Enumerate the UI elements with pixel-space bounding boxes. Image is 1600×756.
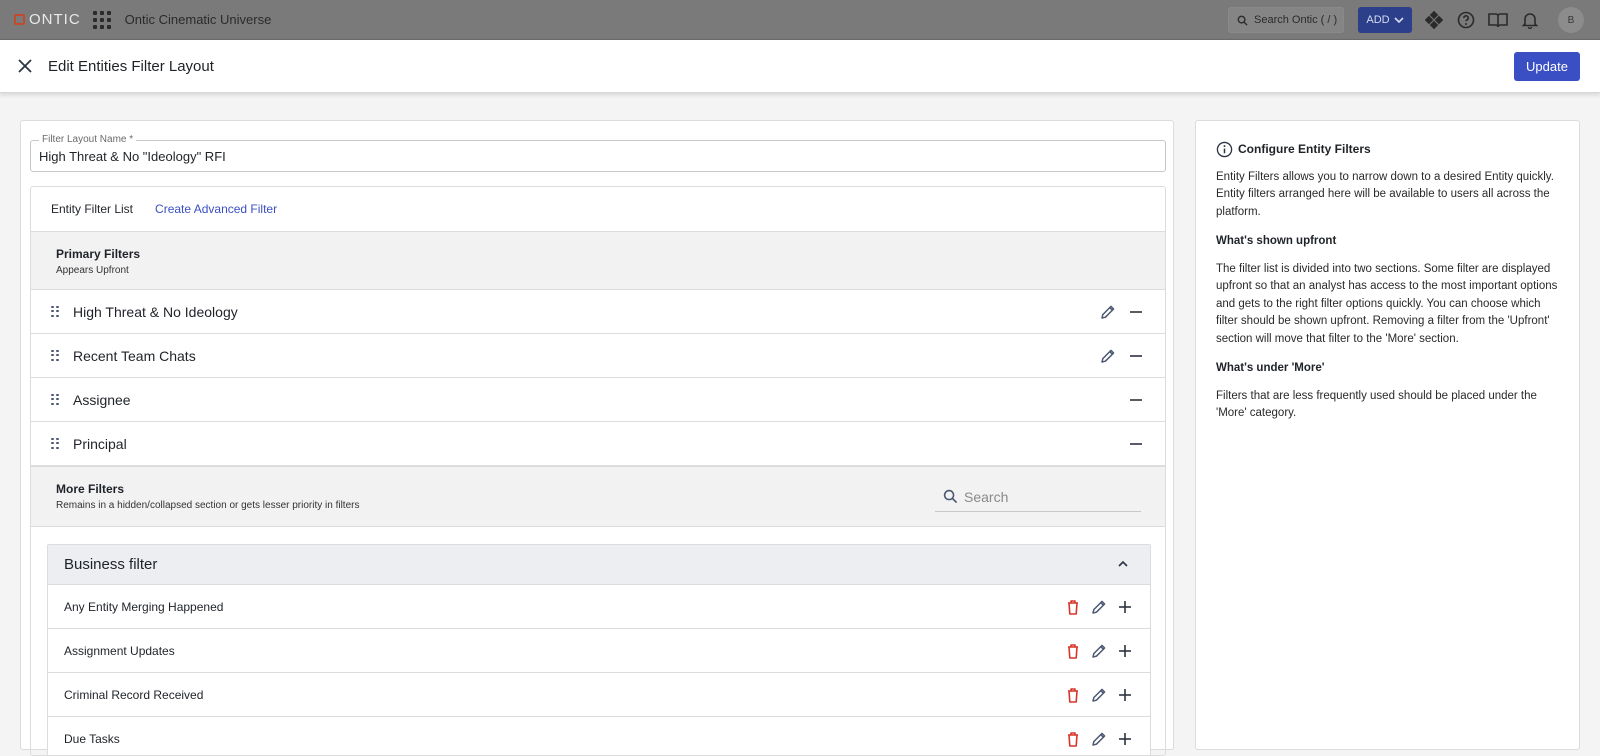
help-intro-text: Entity Filters allows you to narrow down… (1216, 170, 1554, 218)
help-panel-header: Configure Entity Filters (1216, 141, 1559, 159)
page-header: Edit Entities Filter Layout Update (0, 40, 1600, 93)
help-upfront-text: The filter list is divided into two sect… (1216, 262, 1558, 345)
filter-layout-name-field[interactable]: Filter Layout Name * High Threat & No "I… (30, 134, 1166, 172)
primary-filter-label: Assignee (73, 391, 131, 408)
filter-layout-name-label: Filter Layout Name * (39, 134, 137, 145)
search-icon (1237, 15, 1248, 26)
filter-layout-name-value[interactable]: High Threat & No "Ideology" RFI (39, 149, 226, 164)
minus-remove-icon[interactable] (1127, 303, 1145, 321)
drag-handle-icon[interactable] (51, 437, 61, 450)
pencil-edit-icon[interactable] (1099, 347, 1117, 365)
update-button[interactable]: Update (1514, 52, 1580, 81)
primary-filter-row[interactable]: Assignee (31, 378, 1165, 422)
ontic-logo[interactable]: ONTIC (14, 11, 81, 28)
create-advanced-filter-link[interactable]: Create Advanced Filter (155, 202, 277, 216)
help-more-text: Filters that are less frequently used sh… (1216, 389, 1537, 420)
primary-filter-row[interactable]: Recent Team Chats (31, 334, 1165, 378)
drag-handle-icon[interactable] (51, 393, 61, 406)
global-search-placeholder: Search Ontic ( / ) (1254, 14, 1338, 26)
business-filter-label: Criminal Record Received (64, 687, 204, 702)
plus-add-icon[interactable] (1116, 730, 1134, 748)
global-search-input[interactable]: Search Ontic ( / ) (1228, 7, 1344, 33)
plus-add-icon[interactable] (1116, 642, 1134, 660)
help-panel: Configure Entity Filters Entity Filters … (1195, 120, 1580, 750)
pencil-edit-icon[interactable] (1090, 642, 1108, 660)
close-icon[interactable] (16, 57, 34, 75)
tab-entity-filter-list[interactable]: Entity Filter List (51, 202, 133, 216)
page-title: Edit Entities Filter Layout (48, 57, 214, 75)
search-icon (943, 489, 958, 504)
business-filter-label: Assignment Updates (64, 643, 175, 658)
business-filter-row[interactable]: Any Entity Merging Happened (48, 585, 1150, 629)
more-filters-search-placeholder: Search (964, 488, 1009, 505)
logo-text: ONTIC (29, 11, 81, 28)
knowledge-book-icon[interactable] (1488, 10, 1508, 30)
logo-mark-icon (14, 14, 25, 25)
business-filter-group: Business filter Any Entity Merging Happe… (47, 544, 1151, 755)
business-filter-row[interactable]: Criminal Record Received (48, 673, 1150, 717)
primary-filter-label: Recent Team Chats (73, 347, 196, 364)
trash-delete-icon[interactable] (1064, 730, 1082, 748)
primary-filter-row[interactable]: Principal (31, 422, 1165, 466)
primary-filter-label: High Threat & No Ideology (73, 303, 238, 320)
chevron-down-icon (1394, 17, 1404, 24)
integrations-icon[interactable] (1424, 10, 1444, 30)
minus-remove-icon[interactable] (1127, 435, 1145, 453)
add-button[interactable]: ADD (1358, 7, 1412, 33)
top-bar: ONTIC Ontic Cinematic Universe Search On… (0, 0, 1600, 40)
primary-filter-row[interactable]: High Threat & No Ideology (31, 290, 1165, 334)
filter-tabs: Entity Filter List Create Advanced Filte… (31, 187, 1165, 231)
help-more-title: What's under 'More' (1216, 362, 1325, 374)
workspace-title: Ontic Cinematic Universe (124, 12, 272, 27)
apps-grid-icon[interactable] (92, 10, 111, 29)
pencil-edit-icon[interactable] (1090, 598, 1108, 616)
entity-filter-list-card: Entity Filter List Create Advanced Filte… (30, 186, 1166, 756)
help-panel-title: Configure Entity Filters (1238, 142, 1371, 156)
help-upfront-title: What's shown upfront (1216, 235, 1337, 247)
drag-handle-icon[interactable] (51, 305, 61, 318)
filter-layout-editor: Filter Layout Name * High Threat & No "I… (20, 120, 1174, 756)
business-filter-label: Due Tasks (64, 731, 120, 746)
minus-remove-icon[interactable] (1127, 391, 1145, 409)
add-button-label: ADD (1366, 14, 1390, 26)
minus-remove-icon[interactable] (1127, 347, 1145, 365)
plus-add-icon[interactable] (1116, 598, 1134, 616)
pencil-edit-icon[interactable] (1099, 303, 1117, 321)
plus-add-icon[interactable] (1116, 686, 1134, 704)
business-filter-row[interactable]: Assignment Updates (48, 629, 1150, 673)
pencil-edit-icon[interactable] (1090, 730, 1108, 748)
business-filter-title: Business filter (64, 556, 158, 573)
business-filter-header[interactable]: Business filter (48, 545, 1150, 585)
chevron-up-icon[interactable] (1116, 557, 1130, 571)
trash-delete-icon[interactable] (1064, 642, 1082, 660)
primary-filters-subtitle: Appears Upfront (56, 265, 129, 276)
business-filter-row[interactable]: Due Tasks (48, 717, 1150, 755)
notification-bell-icon[interactable] (1520, 10, 1540, 30)
primary-filters-header: Primary Filters Appears Upfront (31, 231, 1165, 290)
pencil-edit-icon[interactable] (1090, 686, 1108, 704)
primary-filters-title: Primary Filters (56, 247, 141, 261)
trash-delete-icon[interactable] (1064, 686, 1082, 704)
help-icon[interactable] (1456, 10, 1476, 30)
business-filter-label: Any Entity Merging Happened (64, 599, 224, 614)
trash-delete-icon[interactable] (1064, 598, 1082, 616)
more-filters-header: More Filters Remains in a hidden/collaps… (31, 466, 1165, 527)
info-icon (1216, 142, 1233, 158)
drag-handle-icon[interactable] (51, 349, 61, 362)
user-avatar[interactable]: B (1558, 7, 1584, 33)
primary-filter-label: Principal (73, 435, 127, 452)
more-filters-search-input[interactable]: Search (935, 482, 1141, 512)
